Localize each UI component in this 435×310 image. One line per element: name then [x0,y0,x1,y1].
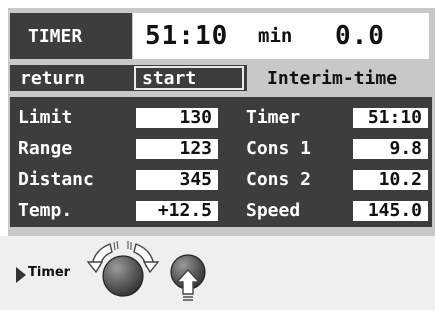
timer-label: Timer [246,107,301,128]
cons1-label: Cons 1 [246,138,312,159]
distance-label: Distanc [18,169,94,190]
limit-value: 130 [136,108,218,128]
main-time-unit: min [258,25,293,47]
main-reading-value: 0.0 [335,21,385,51]
main-readout: 51:10 min 0.0 [133,13,429,59]
cons2-value: 10.2 [353,170,428,190]
cons1-value: 9.8 [353,139,428,159]
screen-title: TIMER [10,13,132,59]
range-label: Range [18,138,73,159]
data-grid: Limit 130 Range 123 Distanc 345 Temp. +1… [10,97,432,227]
play-triangle-icon [16,267,26,283]
current-menu-label: Timer [28,265,71,280]
return-softkey[interactable]: return [10,65,132,91]
push-button-icon[interactable] [168,252,208,304]
speed-label: Speed [246,200,301,221]
temperature-value: +12.5 [136,201,218,221]
softkey-bar: return start Interim-time [10,65,432,91]
range-value: 123 [136,139,218,159]
distance-value: 345 [136,170,218,190]
start-softkey[interactable]: start [134,66,244,90]
speed-value: 145.0 [353,201,428,221]
main-time-value: 51:10 [145,21,229,51]
timer-value: 51:10 [353,108,428,128]
cons2-label: Cons 2 [246,169,312,190]
rotary-knob-icon[interactable] [86,236,160,300]
temperature-label: Temp. [18,200,73,221]
interim-time-softkey[interactable]: Interim-time [247,65,432,91]
limit-label: Limit [18,107,73,128]
